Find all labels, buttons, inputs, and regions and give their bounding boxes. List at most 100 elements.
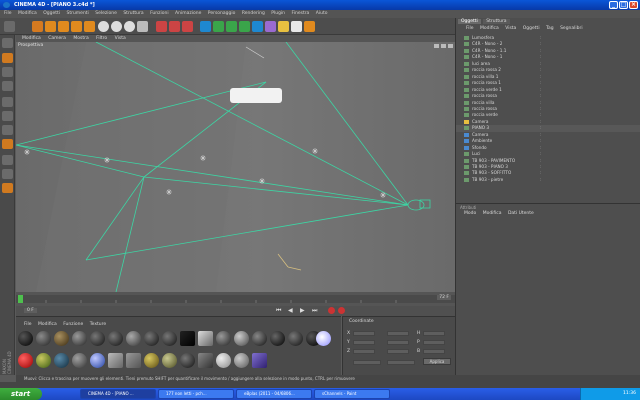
position-x-field[interactable] (353, 331, 375, 336)
viewport-menu-vista[interactable]: Vista (115, 36, 126, 41)
object-row[interactable]: roccia verde 1: (456, 87, 640, 93)
object-row[interactable]: Luci: (456, 151, 640, 157)
material-swatch[interactable] (36, 331, 51, 346)
edges-tool-icon[interactable] (2, 111, 13, 121)
go-start-icon[interactable]: ⏮ (276, 307, 281, 315)
task-paint[interactable]: sChannels - Paint (314, 389, 390, 399)
use-model-tool-icon[interactable] (2, 38, 13, 48)
object-row[interactable]: roccia rossa 1: (456, 80, 640, 86)
end-frame-field[interactable]: 72 F (437, 295, 451, 300)
material-swatch[interactable] (316, 331, 331, 346)
rotation-h-field[interactable] (423, 331, 445, 336)
attr-menu-modo[interactable]: Modo (464, 211, 476, 216)
menu-animazione[interactable]: Animazione (175, 11, 201, 16)
object-row[interactable]: Ambiente: (456, 138, 640, 144)
visibility-dots-icon[interactable]: : (540, 48, 541, 54)
animation-tool-icon[interactable] (2, 155, 13, 165)
undo-icon[interactable] (4, 21, 15, 32)
object-row[interactable]: roccia rossa: (456, 106, 640, 112)
material-swatch[interactable] (180, 331, 195, 346)
visibility-dots-icon[interactable]: : (540, 138, 541, 144)
visibility-dots-icon[interactable]: : (540, 119, 541, 125)
material-swatch[interactable] (234, 353, 249, 368)
object-mode-dropdown[interactable] (353, 360, 381, 365)
material-swatch[interactable] (144, 331, 159, 346)
material-swatch[interactable] (72, 353, 87, 368)
play-back-icon[interactable]: ◀ (288, 307, 293, 314)
material-swatch[interactable] (18, 331, 33, 346)
object-row[interactable]: roccia villa: (456, 100, 640, 106)
light-icon[interactable] (291, 21, 302, 32)
render-settings-icon[interactable] (182, 21, 193, 32)
use-object-tool-icon[interactable] (2, 53, 13, 63)
nurbs-icon[interactable] (226, 21, 237, 32)
object-row[interactable]: TB 903 - PIANO 3: (456, 164, 640, 170)
menu-oggetti[interactable]: Oggetti (43, 11, 60, 16)
material-swatch[interactable] (126, 331, 141, 346)
camera-icon[interactable] (278, 21, 289, 32)
go-end-icon[interactable]: ⏭ (312, 307, 317, 315)
viewport-nav-icons[interactable] (434, 44, 453, 48)
objects-menu-oggetti[interactable]: Oggetti (523, 26, 540, 31)
menu-plugin[interactable]: Plugin (271, 11, 285, 16)
menu-personaggio[interactable]: Personaggio (208, 11, 236, 16)
object-row[interactable]: luci area: (456, 61, 640, 67)
size-x-field[interactable] (387, 331, 409, 336)
menu-modifica[interactable]: Modifica (18, 11, 37, 16)
material-swatch[interactable] (144, 353, 159, 368)
size-y-field[interactable] (387, 340, 409, 345)
white-box-object[interactable] (230, 88, 282, 103)
minimize-button[interactable]: _ (609, 1, 618, 9)
rotation-p-field[interactable] (423, 340, 445, 345)
timeline-scrubber[interactable] (18, 295, 23, 303)
use-texture-tool-icon[interactable] (2, 67, 13, 77)
polygons-tool-icon[interactable] (2, 125, 13, 135)
object-row[interactable]: C4R - Nono - 1: (456, 54, 640, 60)
material-swatch[interactable] (54, 331, 69, 346)
record-icon[interactable] (328, 307, 335, 314)
visibility-dots-icon[interactable]: : (540, 100, 541, 106)
material-swatch[interactable] (252, 331, 267, 346)
attr-menu-dati-utente[interactable]: Dati Utente (508, 211, 534, 216)
start-button[interactable]: start (0, 388, 42, 400)
coordinate-system-icon[interactable] (137, 21, 148, 32)
menu-aiuto[interactable]: Aiuto (316, 11, 328, 16)
tweak-tool-icon[interactable] (2, 139, 13, 149)
visibility-dots-icon[interactable]: : (540, 61, 541, 67)
object-row[interactable]: roccia rossa 2: (456, 67, 640, 73)
material-swatch[interactable] (198, 331, 213, 346)
object-row[interactable]: roccia rossa: (456, 93, 640, 99)
visibility-dots-icon[interactable]: : (540, 158, 541, 164)
material-swatch[interactable] (126, 353, 141, 368)
texture-axis-icon[interactable] (2, 169, 13, 179)
maximize-button[interactable]: □ (619, 1, 628, 9)
objects-menu-tag[interactable]: Tag (546, 26, 554, 31)
visibility-dots-icon[interactable]: : (540, 164, 541, 170)
material-menu-funzione[interactable]: Funzione (63, 322, 83, 327)
objects-menu-modifica[interactable]: Modifica (480, 26, 499, 31)
object-row[interactable]: Camera: (456, 119, 640, 125)
material-swatch[interactable] (162, 353, 177, 368)
render-view-icon[interactable] (156, 21, 167, 32)
material-swatch[interactable] (288, 331, 303, 346)
material-menu-file[interactable]: File (24, 322, 32, 327)
material-swatch[interactable] (108, 331, 123, 346)
material-swatch[interactable] (216, 353, 231, 368)
object-row[interactable]: Camera: (456, 132, 640, 138)
visibility-dots-icon[interactable]: : (540, 177, 541, 183)
visibility-dots-icon[interactable]: : (540, 35, 541, 41)
visibility-dots-icon[interactable]: : (540, 106, 541, 112)
play-icon[interactable]: ▶ (300, 307, 305, 314)
apply-button[interactable]: Applica (423, 358, 451, 365)
visibility-dots-icon[interactable]: : (540, 125, 541, 131)
menu-funzioni[interactable]: Funzioni (150, 11, 169, 16)
array-icon[interactable] (239, 21, 250, 32)
position-z-field[interactable] (353, 349, 375, 354)
material-swatch[interactable] (90, 331, 105, 346)
cube-icon[interactable] (200, 21, 211, 32)
visibility-dots-icon[interactable]: : (540, 112, 541, 118)
viewport-menu-filtro[interactable]: Filtro (96, 36, 107, 41)
visibility-dots-icon[interactable]: : (540, 151, 541, 157)
material-swatch[interactable] (36, 353, 51, 368)
menu-struttura[interactable]: Struttura (123, 11, 143, 16)
